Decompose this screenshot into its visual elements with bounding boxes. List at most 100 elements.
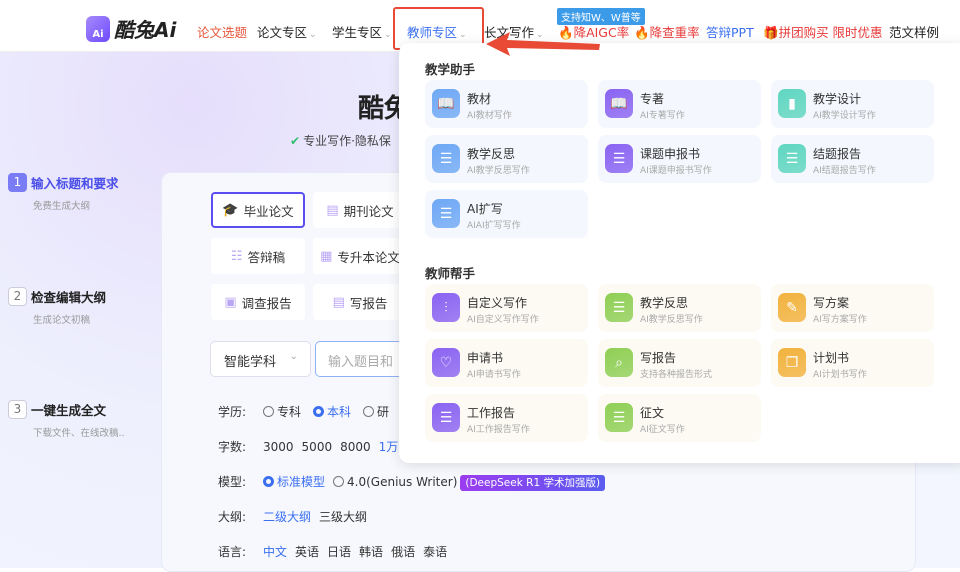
edu-row: 学历: 专科 本科研	[218, 405, 390, 419]
item-desc: AI专著写作	[640, 111, 685, 121]
item-icon: 📖	[605, 89, 633, 118]
nav-item[interactable]: 🔥降查重率	[634, 22, 700, 41]
edu-option[interactable]: 专科	[263, 405, 301, 419]
chevron-down-icon: ⌄	[384, 30, 392, 40]
nav-item[interactable]: 范文样例	[889, 22, 939, 41]
nav-label: 学生专区	[332, 25, 383, 40]
chevron-down-icon: ⌄	[289, 351, 298, 362]
item-desc: 支持各种报告形式	[640, 370, 713, 380]
item-name: 写方案	[813, 296, 850, 310]
dropdown-item[interactable]: 📖 教材 AI教材写作	[425, 80, 588, 128]
outline-3[interactable]: 三级大纲	[319, 510, 367, 524]
option-label: 中文	[263, 545, 288, 559]
nav-item[interactable]: 论文选题	[197, 22, 247, 41]
dropdown-item[interactable]: ☰ 工作报告 AI工作报告写作	[425, 394, 588, 442]
paper-type-icon: 🎓	[222, 202, 239, 218]
edu-option[interactable]: 本科	[313, 405, 351, 419]
paper-type-button[interactable]: ▦ 专升本论文	[313, 238, 407, 274]
dropdown-item[interactable]: ✎ 写方案 AI写方案写作	[771, 284, 934, 332]
radio-icon[interactable]	[313, 406, 325, 417]
dropdown-item[interactable]: ▮ 教学设计 AI教学设计写作	[771, 80, 934, 128]
edu-option[interactable]: 研	[363, 405, 389, 419]
dropdown-item[interactable]: ❐ 计划书 AI计划书写作	[771, 339, 934, 387]
item-desc: AI课题申报书写作	[640, 166, 712, 176]
logo-rabbit-icon: Ai	[86, 15, 110, 42]
lang-option[interactable]: 泰语	[423, 545, 447, 559]
dropdown-item[interactable]: ☰ AI扩写 AIAI扩写写作	[425, 190, 588, 238]
item-icon: ⌕	[605, 348, 633, 377]
radio-icon[interactable]	[263, 406, 274, 417]
paper-type-label: 调查报告	[241, 295, 292, 311]
option-label: 泰语	[423, 545, 448, 559]
item-desc: AI自定义写作写作	[467, 315, 539, 325]
step-label: 检查编辑大纲	[31, 290, 107, 305]
teacher-dropdown: 教学助手 📖 教材 AI教材写作 📖 专著 AI专著写作 ▮ 教学设计 AI教学设计写作 ☰ 教学反思…	[399, 43, 960, 463]
dropdown-item[interactable]: ☰ 教学反思 AI教学反思写作	[598, 284, 761, 332]
dropdown-item[interactable]: 📖 专著 AI专著写作	[598, 80, 761, 128]
model-row: 模型: 标准模型 4.0(Genius Writer) (DeepSeek R1 学术…	[218, 473, 606, 491]
words-option[interactable]: 1万	[379, 440, 399, 454]
option-label: 专科	[277, 405, 302, 419]
item-desc: AI教学设计写作	[813, 111, 876, 121]
item-icon: ☰	[605, 144, 633, 173]
outline-row: 大纲: 二级大纲 三级大纲	[218, 510, 368, 524]
dropdown-item[interactable]: ☰ 教学反思 AI教学反思写作	[425, 135, 588, 183]
item-icon: ♡	[432, 348, 460, 377]
outline-2[interactable]: 二级大纲	[263, 510, 311, 524]
dropdown-item[interactable]: ⌕ 写报告 支持各种报告形式	[598, 339, 761, 387]
step-desc: 生成论文初稿	[33, 315, 91, 326]
words-option[interactable]: 5000	[302, 440, 333, 454]
nav-item[interactable]: 🎁拼团购买 限时优惠	[763, 22, 883, 41]
item-desc: AI写方案写作	[813, 315, 867, 325]
nav-item[interactable]: 论文专区 ⌄	[257, 22, 317, 41]
dropdown-item[interactable]: ♡ 申请书 AI申请书写作	[425, 339, 588, 387]
step-number: 3	[8, 400, 27, 419]
words-row: 字数:3000500080001万2	[218, 438, 422, 455]
item-icon: ✎	[778, 293, 806, 322]
nav-item[interactable]: 学生专区 ⌄	[332, 22, 392, 41]
paper-type-icon: ▤	[326, 202, 339, 218]
model-standard[interactable]: 标准模型	[263, 475, 325, 489]
dropdown-item[interactable]: ☰ 征文 AI征文写作	[598, 394, 761, 442]
item-desc: AI教材写作	[467, 111, 512, 121]
item-name: AI扩写	[467, 202, 503, 216]
words-option[interactable]: 8000	[340, 440, 371, 454]
dropdown-item[interactable]: ☰ 课题申报书 AI课题申报书写作	[598, 135, 761, 183]
option-label: 本科	[327, 405, 352, 419]
nav-label: 🎁拼团购买 限时优惠	[763, 25, 883, 40]
radio-icon[interactable]	[363, 406, 375, 417]
paper-type-button[interactable]: ☷ 答辩稿	[211, 238, 305, 274]
subject-select[interactable]: 智能学科 ⌄	[210, 341, 311, 377]
words-option[interactable]: 3000	[263, 440, 294, 454]
nav-item[interactable]: 答辩PPT	[706, 22, 754, 41]
item-desc: AI教学反思写作	[640, 315, 703, 325]
item-name: 专著	[640, 92, 665, 106]
nav-label: 论文专区	[257, 25, 308, 40]
paper-type-label: 答辩稿	[247, 249, 286, 265]
paper-type-button[interactable]: ▤ 期刊论文	[313, 192, 407, 228]
section-title: 教学助手	[425, 62, 476, 77]
lang-option[interactable]: 日语	[327, 545, 351, 559]
lang-option[interactable]: 中文	[263, 545, 287, 559]
item-name: 自定义写作	[467, 296, 528, 310]
paper-type-button[interactable]: ▣ 调查报告	[211, 284, 305, 320]
step-desc: 免费生成大纲	[33, 201, 91, 212]
dropdown-item[interactable]: ⫶ 自定义写作 AI自定义写作写作	[425, 284, 588, 332]
item-desc: AI结题报告写作	[813, 166, 876, 176]
paper-type-button[interactable]: 🎓 毕业论文	[211, 192, 305, 228]
lang-option[interactable]: 俄语	[391, 545, 415, 559]
option-label: 5000	[301, 440, 333, 454]
item-icon: 📖	[432, 89, 460, 118]
logo[interactable]: Ai 酷兔Ai	[86, 14, 176, 43]
nav-label: 范文样例	[889, 25, 940, 40]
lang-option[interactable]: 英语	[295, 545, 319, 559]
option-label: 1万	[378, 440, 399, 454]
dropdown-item[interactable]: ☰ 结题报告 AI结题报告写作	[771, 135, 934, 183]
lang-option[interactable]: 韩语	[359, 545, 383, 559]
paper-type-button[interactable]: ▤ 写报告	[313, 284, 407, 320]
item-name: 工作报告	[467, 406, 516, 420]
paper-type-label: 期刊论文	[343, 203, 394, 219]
model-genius[interactable]: 4.0(Genius Writer)	[333, 475, 457, 489]
item-icon: ❐	[778, 348, 806, 377]
step-label: 输入标题和要求	[31, 176, 119, 191]
